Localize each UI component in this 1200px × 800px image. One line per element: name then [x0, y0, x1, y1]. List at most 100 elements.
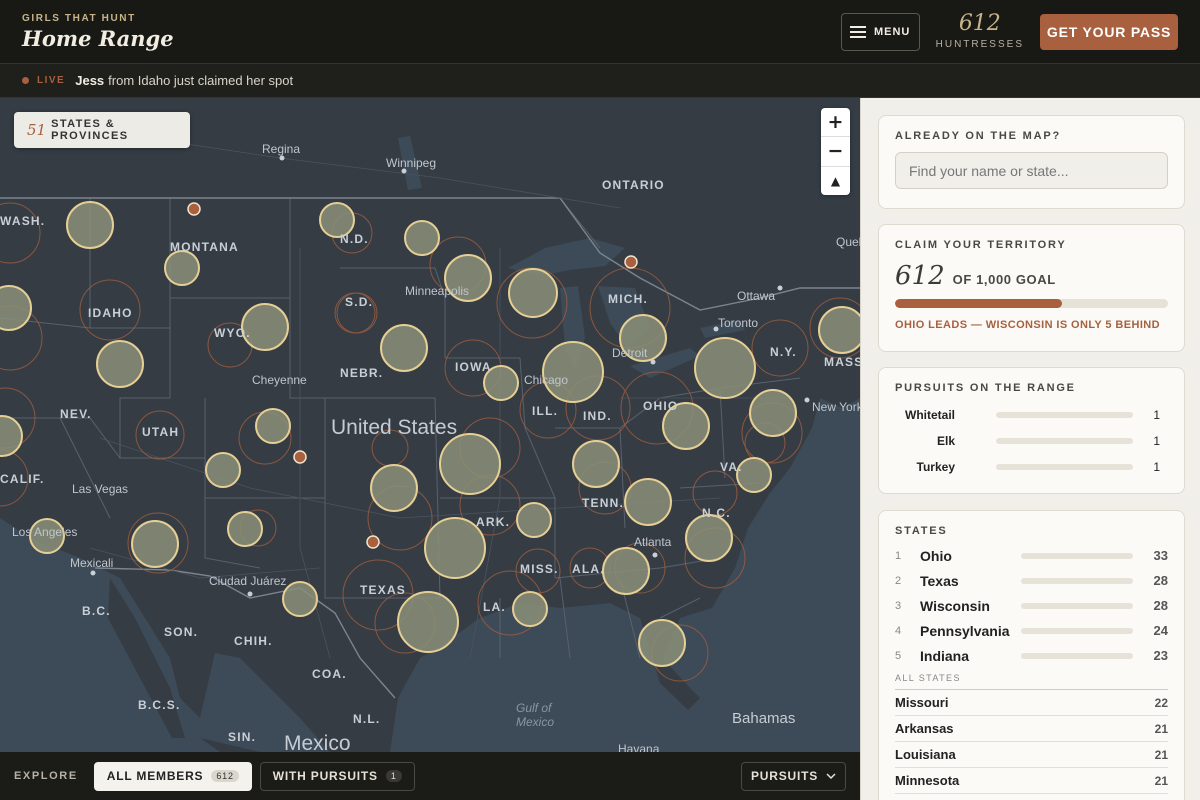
hamburger-icon: [849, 25, 866, 38]
state-row[interactable]: 3 Wisconsin 28: [895, 593, 1168, 618]
menu-button[interactable]: MENU: [840, 12, 920, 51]
map-country-label: Mexico: [284, 732, 351, 752]
search-card: ALREADY ON THE MAP?: [878, 115, 1185, 209]
map-city-label: Atlanta: [634, 535, 672, 549]
member-map[interactable]: WASH. MONTANA N.D. IDAHO WYO. S.D. NEV. …: [0, 98, 860, 752]
all-state-count: 21: [1154, 747, 1168, 762]
brand[interactable]: GIRLS THAT HUNT Home Range: [22, 13, 174, 51]
state-rank: 4: [895, 624, 902, 637]
states-count: 51: [27, 121, 47, 139]
map-state-label: IND.: [583, 409, 612, 423]
map-state-label: ALA.: [572, 562, 605, 576]
pursuit-count: 1: [1153, 408, 1160, 422]
map-state-label: N.D.: [340, 232, 369, 246]
map-state-label: NEBR.: [340, 366, 384, 380]
map-water-label: Gulf of Mexico: [516, 701, 555, 729]
map-state-label: NEV.: [60, 407, 92, 421]
state-row[interactable]: 4 Pennsylvania 24: [895, 618, 1168, 643]
huntress-count-number: 612: [958, 11, 1001, 36]
state-row[interactable]: 1 Ohio 33: [895, 543, 1168, 568]
zoom-out-button[interactable]: −: [821, 137, 850, 167]
map-state-label: MONTANA: [170, 240, 239, 254]
pursuits-card-title: PURSUITS ON THE RANGE: [895, 382, 1076, 394]
all-state-row[interactable]: Minnesota 21: [895, 768, 1168, 794]
all-state-name: Minnesota: [895, 773, 960, 788]
all-state-row[interactable]: Missouri 22: [895, 690, 1168, 716]
state-row[interactable]: 5 Indiana 23: [895, 643, 1168, 668]
all-state-row[interactable]: Louisiana 21: [895, 742, 1168, 768]
explore-label: EXPLORE: [14, 770, 78, 782]
map-city-label: Detroit: [612, 346, 648, 360]
goal-target: OF 1,000 GOAL: [952, 272, 1056, 287]
map-state-label: N.Y.: [770, 345, 797, 359]
zoom-control: + − ▲: [821, 108, 850, 195]
state-bar: [1021, 602, 1133, 609]
map-state-label: OHIO: [643, 399, 679, 413]
goal-current: 612: [895, 261, 945, 291]
map-city-label: Mexicali: [70, 556, 114, 570]
map-region-label: SIN.: [228, 730, 257, 744]
goal-progress-bar: [895, 299, 1168, 308]
ticker-member-name: Jess: [75, 73, 105, 88]
states-card: STATES 1 Ohio 33 2 Texas 28 3 Wisconsin …: [878, 510, 1185, 800]
map-state-label: IDAHO: [88, 306, 133, 320]
all-state-count: 21: [1154, 773, 1168, 788]
pursuits-list: Whitetail 1 Elk 1 Turkey 1: [895, 402, 1168, 480]
goal-card: CLAIM YOUR TERRITORY 612 OF 1,000 GOAL O…: [878, 224, 1185, 352]
header-actions: MENU 612 HUNTRESSES GET YOUR PASS: [840, 11, 1178, 51]
pursuits-dropdown-label: PURSUITS: [750, 769, 819, 783]
state-bar: [1021, 652, 1133, 659]
filter-with-pursuits-label: WITH PURSUITS: [272, 769, 378, 783]
state-count: 28: [1153, 573, 1168, 588]
zoom-in-button[interactable]: +: [821, 108, 850, 138]
state-count: 23: [1153, 648, 1168, 663]
pursuit-bar: [996, 464, 1133, 470]
brand-subtitle: GIRLS THAT HUNT: [22, 12, 136, 24]
pursuit-row[interactable]: Elk 1: [895, 428, 1168, 454]
top-header: GIRLS THAT HUNT Home Range MENU 612 HUNT…: [0, 0, 1200, 63]
states-card-title: STATES: [895, 525, 948, 537]
goal-card-title: CLAIM YOUR TERRITORY: [895, 239, 1067, 251]
goal-note: OHIO LEADS — WISCONSIN IS ONLY 5 BEHIND: [895, 319, 1160, 331]
pursuits-dropdown[interactable]: PURSUITS: [741, 761, 846, 791]
pursuit-row[interactable]: Whitetail 1: [895, 402, 1168, 428]
map-city-label: Winnipeg: [386, 156, 437, 170]
state-rank: 1: [895, 549, 902, 562]
state-bar: [1021, 577, 1133, 584]
map-country-label: United States: [331, 416, 458, 439]
pursuit-row[interactable]: Turkey 1: [895, 454, 1168, 480]
all-states-label: ALL STATES: [895, 673, 1168, 690]
map-city-label: Toronto: [718, 316, 759, 330]
goal-summary: 612 OF 1,000 GOAL: [895, 261, 1168, 291]
states-provinces-chip[interactable]: 51 STATES & PROVINCES: [14, 112, 190, 148]
filter-all-members-button[interactable]: ALL MEMBERS 612: [93, 761, 252, 791]
map-state-label: ARK.: [476, 515, 511, 529]
map-region-label: COA.: [312, 667, 347, 681]
map-state-label: ONTARIO: [602, 178, 665, 192]
state-count: 28: [1153, 598, 1168, 613]
map-region-label: SON.: [164, 625, 199, 639]
filter-with-pursuits-button[interactable]: WITH PURSUITS 1: [259, 761, 415, 791]
pursuit-count: 1: [1153, 434, 1160, 448]
map-city-label: Minneapolis: [405, 284, 470, 298]
pursuit-bar: [996, 438, 1133, 444]
huntress-count-label: HUNTRESSES: [935, 39, 1024, 50]
ticker-message: from Idaho just claimed her spot: [108, 73, 294, 88]
compass-reset-button[interactable]: ▲: [821, 167, 850, 195]
map-state-label: MICH.: [608, 292, 648, 306]
pursuit-bar: [996, 412, 1133, 418]
map-city-label: Havana: [618, 742, 660, 752]
state-count: 33: [1153, 548, 1168, 563]
map-state-label: TEXAS: [360, 583, 407, 597]
state-row[interactable]: 2 Texas 28: [895, 568, 1168, 593]
all-state-name: Louisiana: [895, 747, 956, 762]
map-state-label: VA.: [720, 460, 743, 474]
map-city-label: Cheyenne: [252, 373, 307, 387]
all-state-row[interactable]: Arkansas 21: [895, 716, 1168, 742]
state-bar: [1021, 552, 1133, 559]
map-island-label: Bahamas: [732, 710, 796, 727]
get-your-pass-button[interactable]: GET YOUR PASS: [1040, 13, 1178, 50]
state-rank: 5: [895, 649, 902, 662]
map-state-label: TENN.: [582, 496, 624, 510]
search-input[interactable]: [895, 152, 1168, 189]
